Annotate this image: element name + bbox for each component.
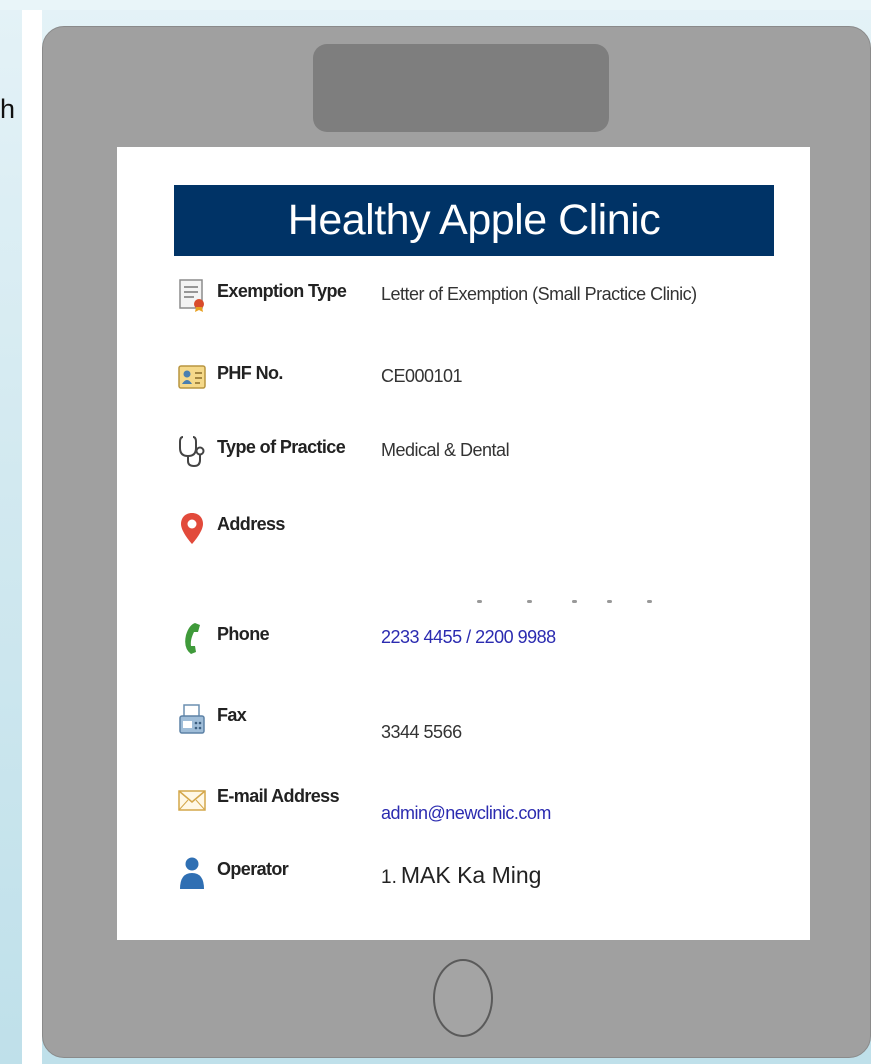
clinic-name-header: Healthy Apple Clinic <box>174 185 774 256</box>
tablet-camera-bar <box>313 44 609 132</box>
row-operator: Operator 1. MAK Ka Ming <box>117 856 810 902</box>
row-fax: Fax 3344 5566 <box>117 702 810 748</box>
row-exemption-type: Exemption Type Letter of Exemption (Smal… <box>117 278 810 324</box>
phf-no-value: CE000101 <box>381 366 463 386</box>
map-pin-icon <box>181 513 203 544</box>
operator-label: Operator <box>217 859 289 879</box>
operator-value: 1. MAK Ka Ming <box>381 862 541 889</box>
envelope-icon <box>178 790 206 811</box>
tablet-frame: Healthy Apple Clinic Exemption Type Lett… <box>42 26 871 1058</box>
cropped-side-text: h <box>0 94 16 124</box>
id-card-icon <box>178 365 206 389</box>
row-address: Address <box>117 511 810 557</box>
row-email: E-mail Address admin@newclinic.com <box>117 783 810 829</box>
tablet-home-button[interactable] <box>433 959 493 1037</box>
fax-machine-icon <box>179 704 205 734</box>
practice-type-value: Medical & Dental <box>381 440 510 460</box>
operator-index: 1. <box>381 867 397 888</box>
practice-type-label: Type of Practice <box>217 437 346 457</box>
row-phf-no: PHF No. CE000101 <box>117 360 810 406</box>
row-practice-type: Type of Practice Medical & Dental <box>117 434 810 480</box>
exemption-type-value: Letter of Exemption (Small Practice Clin… <box>381 284 697 304</box>
address-label: Address <box>217 514 285 534</box>
row-phone: Phone 2233 4455 / 2200 9988 <box>117 621 810 667</box>
exemption-type-label: Exemption Type <box>217 281 347 301</box>
email-label: E-mail Address <box>217 786 340 806</box>
fax-value: 3344 5566 <box>381 722 462 742</box>
certificate-document-icon <box>179 279 204 312</box>
phone-label: Phone <box>217 624 270 644</box>
top-strip <box>0 0 871 10</box>
phf-no-label: PHF No. <box>217 363 283 383</box>
fax-label: Fax <box>217 705 247 725</box>
address-redacted-text <box>477 600 667 606</box>
person-icon <box>180 857 204 889</box>
phone-value[interactable]: 2233 4455 / 2200 9988 <box>381 627 556 648</box>
operator-name: MAK Ka Ming <box>400 862 542 888</box>
clinic-info-card: Healthy Apple Clinic Exemption Type Lett… <box>117 147 810 940</box>
phone-handset-icon <box>185 623 200 654</box>
email-value[interactable]: admin@newclinic.com <box>381 803 551 824</box>
stethoscope-icon <box>179 436 205 468</box>
left-margin <box>22 10 42 1064</box>
